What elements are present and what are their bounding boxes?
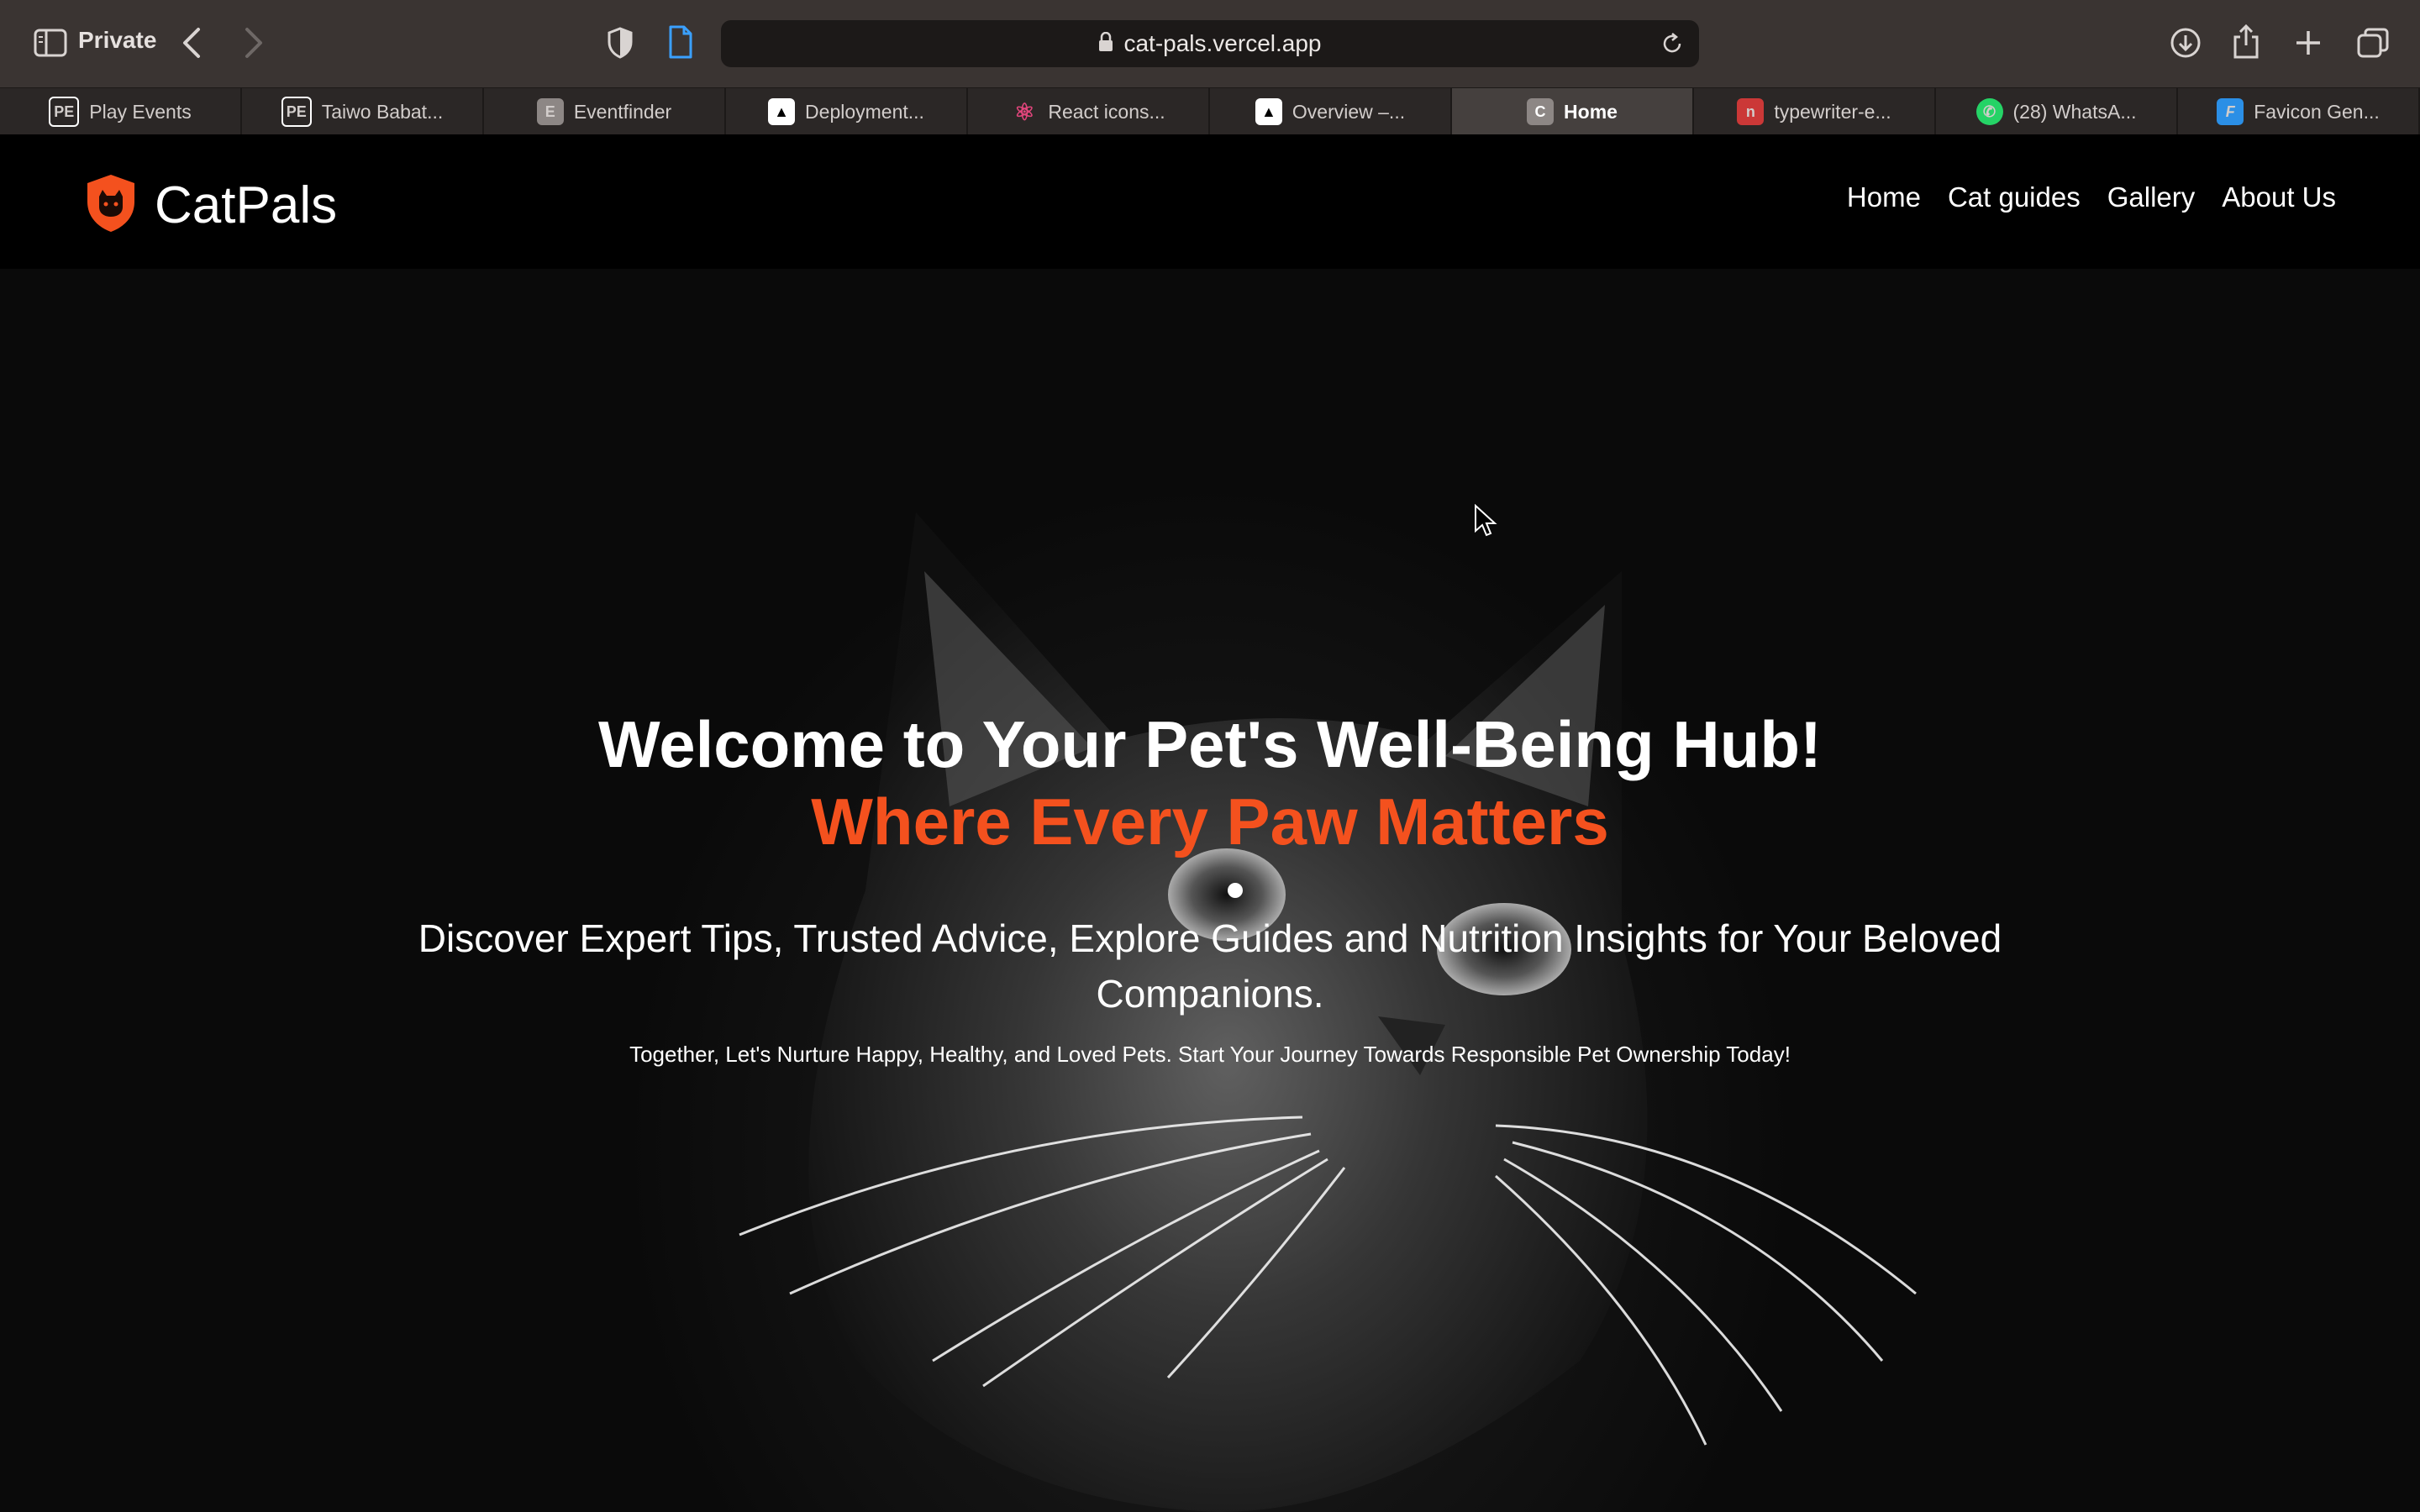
reload-icon[interactable] bbox=[1660, 32, 1684, 60]
nav-gallery[interactable]: Gallery bbox=[2107, 181, 2196, 213]
back-icon[interactable] bbox=[182, 27, 202, 59]
shield-icon[interactable] bbox=[607, 27, 634, 59]
hero-description: Discover Expert Tips, Trusted Advice, Ex… bbox=[418, 916, 2002, 1016]
tab-label: Favicon Gen... bbox=[2254, 100, 2380, 123]
downloads-icon[interactable] bbox=[2170, 27, 2202, 59]
tab-label: Home bbox=[1564, 100, 1618, 123]
tab-home[interactable]: C Home bbox=[1452, 88, 1694, 135]
tab-overview-icon[interactable] bbox=[2356, 27, 2390, 59]
hero-text: Welcome to Your Pet's Well-Being Hub! Wh… bbox=[0, 706, 2420, 1089]
nav-home[interactable]: Home bbox=[1847, 181, 1921, 213]
hero-subtitle: Where Every Paw Matters bbox=[811, 785, 1609, 858]
site-logo[interactable]: CatPals bbox=[84, 173, 337, 238]
cat-shield-logo-icon bbox=[84, 173, 138, 238]
address-bar[interactable]: cat-pals.vercel.app bbox=[721, 20, 1699, 67]
tab-bar: PE Play Events PE Taiwo Babat... E Eventfin… bbox=[0, 87, 2420, 135]
taiwo-favicon-icon: PE bbox=[281, 97, 312, 127]
main-nav: Home Cat guides Gallery About Us bbox=[1847, 181, 2336, 213]
play-events-favicon-icon: PE bbox=[49, 97, 80, 127]
site-header: CatPals Home Cat guides Gallery About Us bbox=[0, 134, 2420, 269]
tab-label: React icons... bbox=[1048, 100, 1165, 123]
tab-eventfinder[interactable]: E Eventfinder bbox=[484, 88, 726, 135]
mouse-cursor-icon bbox=[1474, 503, 1497, 542]
eventfinder-favicon-icon: E bbox=[536, 98, 564, 125]
private-label: Private bbox=[78, 27, 157, 53]
react-icons-favicon-icon: ⚛ bbox=[1013, 98, 1035, 125]
nav-cat-guides[interactable]: Cat guides bbox=[1948, 181, 2081, 213]
lock-icon bbox=[1098, 31, 1113, 56]
forward-icon[interactable] bbox=[244, 27, 264, 59]
hero-title: Welcome to Your Pet's Well-Being Hub! bbox=[598, 707, 1822, 781]
share-icon[interactable] bbox=[2232, 24, 2260, 59]
tab-favicon-gen[interactable]: F Favicon Gen... bbox=[2178, 88, 2420, 135]
tab-label: Play Events bbox=[89, 100, 192, 123]
tab-label: Overview –... bbox=[1292, 100, 1406, 123]
vercel-favicon-icon: ▲ bbox=[1255, 98, 1282, 125]
tab-react-icons[interactable]: ⚛ React icons... bbox=[968, 88, 1210, 135]
tab-deployment[interactable]: ▲ Deployment... bbox=[726, 88, 968, 135]
tab-overview[interactable]: ▲ Overview –... bbox=[1210, 88, 1452, 135]
whatsapp-favicon-icon: ✆ bbox=[1975, 98, 2003, 125]
tab-label: typewriter-e... bbox=[1774, 100, 1891, 123]
tab-play-events[interactable]: PE Play Events bbox=[0, 88, 242, 135]
tab-whatsapp[interactable]: ✆ (28) WhatsA... bbox=[1936, 88, 2178, 135]
url-text: cat-pals.vercel.app bbox=[1123, 30, 1322, 56]
tab-label: (28) WhatsA... bbox=[2012, 100, 2137, 123]
tab-label: Deployment... bbox=[805, 100, 924, 123]
brand-name: CatPals bbox=[155, 176, 338, 234]
tab-typewriter[interactable]: n typewriter-e... bbox=[1694, 88, 1936, 135]
home-favicon-icon: C bbox=[1527, 98, 1555, 125]
tab-taiwo[interactable]: PE Taiwo Babat... bbox=[242, 88, 484, 135]
reader-page-icon[interactable] bbox=[667, 25, 694, 59]
favicon-gen-favicon-icon: F bbox=[2217, 98, 2244, 125]
npm-favicon-icon: n bbox=[1737, 98, 1765, 125]
nav-about-us[interactable]: About Us bbox=[2222, 181, 2336, 213]
tab-label: Eventfinder bbox=[573, 100, 672, 123]
browser-toolbar: Private cat-pals.vercel.app bbox=[0, 0, 2420, 87]
sidebar-toggle-icon[interactable] bbox=[34, 29, 67, 57]
tab-label: Taiwo Babat... bbox=[321, 100, 444, 123]
hero-tagline: Together, Let's Nurture Happy, Healthy, … bbox=[629, 1042, 1791, 1067]
hero-section: Welcome to Your Pet's Well-Being Hub! Wh… bbox=[0, 269, 2420, 1512]
new-tab-icon[interactable] bbox=[2294, 29, 2323, 57]
vercel-favicon-icon: ▲ bbox=[768, 98, 796, 125]
